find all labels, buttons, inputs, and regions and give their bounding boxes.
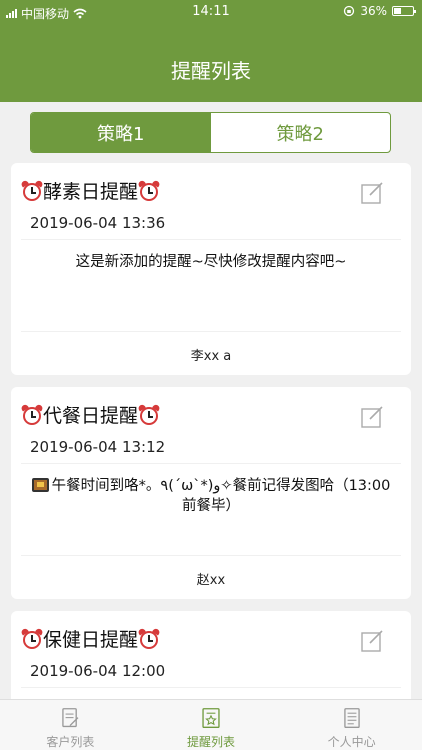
divider: [21, 687, 401, 688]
reminder-time: 2019-06-04 13:36: [30, 214, 166, 232]
reminder-title-text: 酵素日提醒: [43, 181, 139, 203]
battery-icon: [392, 6, 416, 16]
reminder-time: 2019-06-04 12:00: [30, 662, 166, 680]
reminder-card[interactable]: 保健日提醒 2019-06-04 12:00: [11, 611, 411, 711]
alarm-clock-icon: [137, 178, 161, 202]
divider: [21, 463, 401, 464]
alarm-clock-icon: [137, 402, 161, 426]
alarm-clock-icon: [20, 626, 44, 650]
reminder-title: 酵素日提醒: [20, 177, 161, 204]
alarm-clock-icon: [20, 178, 44, 202]
tab-strategy-1[interactable]: 策略1: [31, 113, 211, 152]
status-bar: 中国移动 14:11 36%: [0, 0, 422, 24]
edit-icon[interactable]: [361, 406, 385, 428]
tab-reminder-list[interactable]: 提醒列表: [141, 700, 282, 750]
reminder-card[interactable]: 代餐日提醒 2019-06-04 13:12 午餐时间到咯*。٩(ˊωˋ*)و✧…: [11, 387, 411, 599]
strategy-segmented-control: 策略1 策略2: [30, 112, 391, 153]
reminder-star-icon: [202, 708, 220, 729]
bento-box-icon: [31, 478, 49, 492]
reminder-content: 午餐时间到咯*。٩(ˊωˋ*)و✧餐前记得发图哈（13:00前餐毕）: [29, 476, 393, 516]
page-title: 提醒列表: [171, 59, 251, 83]
reminder-title-text: 代餐日提醒: [43, 405, 139, 427]
document-icon: [62, 708, 79, 728]
profile-document-icon: [343, 708, 360, 729]
bottom-tab-bar: 客户列表 提醒列表 个人中心: [0, 699, 422, 750]
divider: [21, 331, 401, 332]
reminder-card[interactable]: 酵素日提醒 2019-06-04 13:36 这是新添加的提醒~尽快修改提醒内容…: [11, 163, 411, 375]
battery-percent: 36%: [360, 4, 387, 18]
rotation-lock-icon: [344, 5, 355, 17]
tab-label: 客户列表: [46, 735, 95, 749]
reminder-content: 这是新添加的提醒~尽快修改提醒内容吧~: [75, 254, 347, 270]
reminder-content-text: 午餐时间到咯*。٩(ˊωˋ*)و✧餐前记得发图哈（13:00前餐毕）: [51, 478, 391, 514]
reminder-title: 保健日提醒: [20, 625, 161, 652]
alarm-clock-icon: [137, 626, 161, 650]
edit-icon[interactable]: [361, 182, 385, 204]
reminder-title: 代餐日提醒: [20, 401, 161, 428]
reminder-author: 李xx a: [190, 349, 232, 364]
reminder-author: 赵xx: [196, 573, 226, 588]
alarm-clock-icon: [20, 402, 44, 426]
divider: [21, 239, 401, 240]
nav-bar: 提醒列表: [0, 24, 422, 102]
reminder-title-text: 保健日提醒: [43, 629, 139, 651]
tab-label: 个人中心: [327, 735, 376, 749]
tab-strategy-2[interactable]: 策略2: [211, 113, 391, 152]
tab-personal-center[interactable]: 个人中心: [281, 700, 422, 750]
tab-customer-list[interactable]: 客户列表: [0, 700, 141, 750]
edit-icon[interactable]: [361, 630, 385, 652]
status-right: 36%: [343, 4, 416, 18]
tab-label: 提醒列表: [187, 735, 236, 749]
reminder-time: 2019-06-04 13:12: [30, 438, 166, 456]
divider: [21, 555, 401, 556]
